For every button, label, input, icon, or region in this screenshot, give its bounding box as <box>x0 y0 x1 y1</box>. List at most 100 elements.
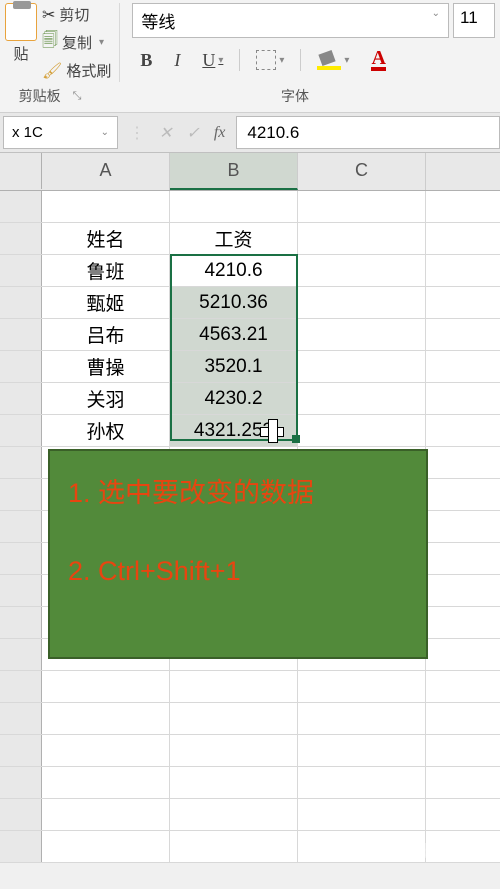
row-header[interactable] <box>0 703 42 734</box>
chevron-down-icon: ▾ <box>99 37 104 48</box>
row-header[interactable] <box>0 447 42 478</box>
name-box[interactable]: x 1C ⌄ <box>3 116 118 149</box>
row-header[interactable] <box>0 767 42 798</box>
cell[interactable] <box>298 223 426 254</box>
cell[interactable] <box>42 735 170 766</box>
cell[interactable] <box>170 191 298 222</box>
cell[interactable] <box>170 767 298 798</box>
confirm-formula-button[interactable]: ✓ <box>186 123 199 143</box>
bold-button[interactable]: B <box>132 47 160 74</box>
row-header[interactable] <box>0 351 42 382</box>
copy-icon: 🗐 <box>42 29 58 56</box>
vertical-dots-icon: ⋮ <box>129 123 145 143</box>
row-header[interactable] <box>0 319 42 350</box>
cell[interactable] <box>42 799 170 830</box>
fill-color-button[interactable]: ▾ <box>309 47 357 73</box>
cell[interactable] <box>42 703 170 734</box>
row-header[interactable] <box>0 383 42 414</box>
brush-icon: 🖌 <box>42 61 62 81</box>
font-size-selector[interactable]: 11 <box>453 3 495 38</box>
cell-salary[interactable]: 4230.2 <box>170 383 298 414</box>
row-header[interactable] <box>0 223 42 254</box>
cell[interactable] <box>298 415 426 446</box>
cell[interactable] <box>170 703 298 734</box>
cell[interactable] <box>298 671 426 702</box>
cell[interactable] <box>170 671 298 702</box>
cell[interactable] <box>170 831 298 862</box>
cell-name[interactable]: 曹操 <box>42 351 170 382</box>
formula-input[interactable]: 4210.6 <box>236 116 500 149</box>
cell[interactable] <box>298 703 426 734</box>
row-header[interactable] <box>0 511 42 542</box>
column-header-a[interactable]: A <box>42 153 170 190</box>
cell[interactable] <box>170 735 298 766</box>
cell-name[interactable]: 鲁班 <box>42 255 170 286</box>
cell-name[interactable]: 关羽 <box>42 383 170 414</box>
cell[interactable] <box>298 799 426 830</box>
select-all-corner[interactable] <box>0 153 42 189</box>
cell-salary[interactable]: 3520.1 <box>170 351 298 382</box>
cell[interactable] <box>298 287 426 318</box>
italic-button[interactable]: I <box>166 47 188 74</box>
separator <box>300 49 301 71</box>
row-header[interactable] <box>0 799 42 830</box>
chevron-down-icon: ⌄ <box>101 127 109 138</box>
row-header[interactable] <box>0 415 42 446</box>
row-header[interactable] <box>0 671 42 702</box>
cell-salary[interactable]: 5210.36 <box>170 287 298 318</box>
row-header[interactable] <box>0 191 42 222</box>
cell-salary[interactable]: 4210.6 <box>170 255 298 286</box>
dialog-launcher-icon[interactable]: ⤡ <box>73 90 82 103</box>
row-header[interactable] <box>0 607 42 638</box>
row-header[interactable] <box>0 735 42 766</box>
cell[interactable] <box>298 319 426 350</box>
row-header[interactable] <box>0 287 42 318</box>
cell-name[interactable]: 甄姬 <box>42 287 170 318</box>
cell[interactable] <box>298 735 426 766</box>
cell[interactable] <box>298 383 426 414</box>
cell-name[interactable]: 孙权 <box>42 415 170 446</box>
fx-button[interactable]: fx <box>214 124 226 142</box>
column-header-b[interactable]: B <box>170 153 298 190</box>
row-header[interactable] <box>0 639 42 670</box>
cell-salary[interactable]: 4563.21 <box>170 319 298 350</box>
chevron-down-icon: ▾ <box>279 55 284 66</box>
paste-icon[interactable] <box>5 3 37 41</box>
font-color-button[interactable]: A <box>363 46 393 74</box>
cell[interactable] <box>298 351 426 382</box>
column-header-c[interactable]: C <box>298 153 426 190</box>
formula-bar: x 1C ⌄ ⋮ ✕ ✓ fx 4210.6 <box>0 113 500 153</box>
cell-name[interactable]: 吕布 <box>42 319 170 350</box>
chevron-down-icon: ▾ <box>344 55 349 66</box>
font-group: 等线 ⌄ 11 B I U ▾ ▾ <box>124 3 495 82</box>
cell[interactable] <box>42 831 170 862</box>
cell[interactable] <box>42 191 170 222</box>
cell[interactable] <box>298 255 426 286</box>
paste-label: 贴 <box>13 43 28 64</box>
grid: 姓名 工资 鲁班 4210.6 甄姬 5210.36 吕布 4563.21 曹操… <box>0 191 500 863</box>
font-color-icon: A <box>371 49 385 71</box>
copy-button[interactable]: 🗐 复制 ▾ <box>39 28 114 57</box>
underline-button[interactable]: U ▾ <box>194 47 231 74</box>
cell[interactable] <box>170 799 298 830</box>
font-name-selector[interactable]: 等线 ⌄ <box>132 3 449 38</box>
cell[interactable] <box>42 671 170 702</box>
row-header[interactable] <box>0 543 42 574</box>
format-painter-button[interactable]: 🖌 格式刷 <box>39 59 114 82</box>
cancel-formula-button[interactable]: ✕ <box>159 123 172 143</box>
row-header[interactable] <box>0 831 42 862</box>
chevron-down-icon: ▾ <box>218 55 223 66</box>
border-button[interactable]: ▾ <box>248 47 292 73</box>
cell[interactable] <box>298 767 426 798</box>
cell[interactable] <box>42 767 170 798</box>
row-header[interactable] <box>0 479 42 510</box>
row-header[interactable] <box>0 255 42 286</box>
cell-header-name[interactable]: 姓名 <box>42 223 170 254</box>
cut-button[interactable]: ✂ 剪切 <box>39 3 114 26</box>
clipboard-group: 贴 ✂ 剪切 🗐 复制 ▾ 🖌 格式刷 <box>5 3 120 82</box>
cell-header-salary[interactable]: 工资 <box>170 223 298 254</box>
cell[interactable] <box>298 191 426 222</box>
cell-salary[interactable]: 4321.253 <box>170 415 298 446</box>
instruction-line1: 1. 选中要改变的数据 <box>68 471 408 517</box>
row-header[interactable] <box>0 575 42 606</box>
